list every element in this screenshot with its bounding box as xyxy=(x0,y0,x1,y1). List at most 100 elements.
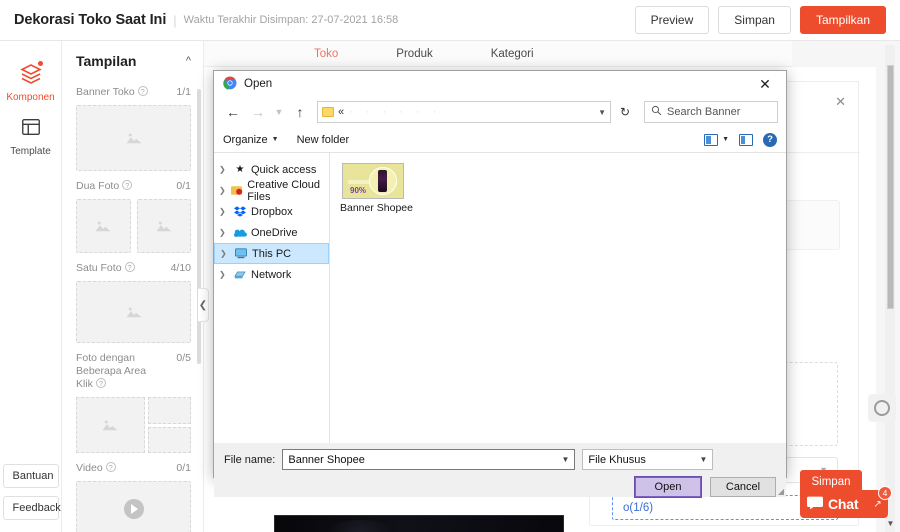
floating-tool-button[interactable] xyxy=(868,394,896,422)
organize-button[interactable]: Organize ▼ xyxy=(223,134,279,146)
chevron-down-icon[interactable]: ▼ xyxy=(561,455,569,464)
refresh-icon[interactable]: ↻ xyxy=(614,101,636,123)
tab-produk[interactable]: Produk xyxy=(396,48,432,60)
placeholder-slot[interactable] xyxy=(147,397,191,424)
dialog-titlebar: Open ✕ xyxy=(214,71,786,97)
expand-icon[interactable]: ↗ xyxy=(868,499,881,510)
layers-icon xyxy=(0,62,62,88)
image-icon xyxy=(156,221,172,232)
group-count: 0/1 xyxy=(176,180,191,192)
placeholder-slot[interactable] xyxy=(136,199,191,253)
header-actions: Preview Simpan Tampilkan xyxy=(634,6,886,34)
arrow-right-icon[interactable]: → xyxy=(247,101,269,123)
preview-pane-icon[interactable] xyxy=(739,133,753,146)
chat-label: Chat xyxy=(828,496,859,512)
rail-label-komponen: Komponen xyxy=(6,92,55,103)
close-icon[interactable]: ✕ xyxy=(835,94,846,110)
help-icon[interactable]: ? xyxy=(763,132,777,147)
chevron-right-icon[interactable]: ❯ xyxy=(219,186,227,195)
chevron-right-icon[interactable]: ❯ xyxy=(219,270,229,279)
tab-toko[interactable]: Toko xyxy=(314,48,338,60)
search-input[interactable]: Search Banner xyxy=(644,101,778,123)
preview-button[interactable]: Preview xyxy=(634,6,710,34)
tree-item-creative-cloud-files[interactable]: ❯ Creative Cloud Files xyxy=(214,178,329,203)
organize-label: Organize xyxy=(223,133,268,146)
publish-button[interactable]: Tampilkan xyxy=(799,6,886,34)
cancel-button[interactable]: Cancel xyxy=(710,477,776,497)
tree-item-quick-access[interactable]: ❯ ★ Quick access xyxy=(214,159,329,180)
thumb-bottle-decor xyxy=(378,170,387,192)
image-icon xyxy=(126,307,141,318)
placeholder-two-photo[interactable] xyxy=(76,199,191,253)
dialog-body: ❯ ★ Quick access ❯ Creative Cloud Files … xyxy=(214,153,786,443)
address-bar[interactable]: « · · · · · · ▼ xyxy=(317,101,611,123)
group-header: Banner Toko? 1/1 xyxy=(76,86,191,99)
chevron-right-icon[interactable]: ❯ xyxy=(219,207,229,216)
canvas-scrollbar-thumb[interactable] xyxy=(887,65,894,309)
view-options-button[interactable]: ▼ xyxy=(704,133,729,146)
rail-item-komponen[interactable]: Komponen xyxy=(0,55,62,109)
panel-scrollbar[interactable] xyxy=(197,89,201,364)
dialog-title: Open xyxy=(244,78,273,90)
chevron-right-icon[interactable]: ❯ xyxy=(219,228,229,237)
help-hint-icon[interactable]: ? xyxy=(124,262,135,272)
caret-down-icon[interactable]: ▼ xyxy=(886,519,895,528)
slot-indicator-label: o(1/6) xyxy=(623,501,654,514)
placeholder-banner[interactable] xyxy=(76,105,191,171)
dialog-navbar: ← → ▼ ↑ « · · · · · · ▼ ↻ Search Banner xyxy=(214,97,786,127)
component-group-dua-foto: Dua Foto? 0/1 xyxy=(62,180,203,253)
chevron-up-icon[interactable]: ^ xyxy=(186,55,191,67)
ring-tool-icon xyxy=(874,400,890,416)
help-hint-icon[interactable]: ? xyxy=(95,378,106,388)
group-header: Dua Foto? 0/1 xyxy=(76,180,191,193)
tab-kategori[interactable]: Kategori xyxy=(491,48,534,60)
placeholder-slot[interactable] xyxy=(76,199,131,253)
tree-item-label: This PC xyxy=(252,247,292,260)
arrow-up-icon[interactable]: ↑ xyxy=(289,101,311,123)
chevron-down-icon[interactable]: ▼ xyxy=(699,455,707,464)
help-button[interactable]: Bantuan xyxy=(2,464,59,488)
address-path-faded: · · · · · · xyxy=(349,106,442,118)
placeholder-multi-hotspot[interactable] xyxy=(76,397,191,453)
file-open-dialog: Open ✕ ← → ▼ ↑ « · · · · · · ▼ ↻ Search … xyxy=(213,70,787,498)
feedback-button[interactable]: Feedback xyxy=(2,496,61,520)
tree-item-onedrive[interactable]: ❯ OneDrive xyxy=(214,222,329,243)
placeholder-slot[interactable] xyxy=(147,426,191,453)
help-hint-icon[interactable]: ? xyxy=(137,86,148,96)
arrow-left-icon[interactable]: ← xyxy=(222,101,244,123)
close-icon[interactable]: ✕ xyxy=(748,71,782,97)
file-thumb-text: 90% xyxy=(350,186,367,195)
banner-preview-image[interactable] xyxy=(274,515,564,532)
placeholder-slot[interactable] xyxy=(76,397,145,453)
new-folder-button[interactable]: New folder xyxy=(297,134,350,146)
tree-item-label: Creative Cloud Files xyxy=(247,178,321,203)
tree-item-network[interactable]: ❯ Network xyxy=(214,264,329,285)
open-button[interactable]: Open xyxy=(634,476,702,498)
chevron-down-icon[interactable]: ▼ xyxy=(598,108,606,117)
tree-item-dropbox[interactable]: ❯ Dropbox xyxy=(214,201,329,222)
file-name-row: File name: Banner Shopee ▼ File Khusus ▼ xyxy=(224,449,776,470)
tree-item-this-pc[interactable]: ❯ This PC xyxy=(214,243,329,264)
chevron-right-icon[interactable]: ❯ xyxy=(220,249,230,258)
file-list[interactable]: 90% Banner Shopee xyxy=(330,153,786,443)
save-button[interactable]: Simpan xyxy=(718,6,791,34)
chevron-down-icon[interactable]: ▼ xyxy=(272,101,286,123)
placeholder-one-photo[interactable] xyxy=(76,281,191,343)
resize-grip[interactable]: ◢ xyxy=(778,487,784,496)
chevron-right-icon[interactable]: ❯ xyxy=(219,165,229,174)
panel-header[interactable]: Tampilan ^ xyxy=(62,41,203,77)
panel-collapse-handle[interactable]: ❮ xyxy=(198,288,209,322)
group-count: 0/5 xyxy=(176,352,191,364)
app-header: Dekorasi Toko Saat Ini | Waktu Terakhir … xyxy=(0,0,900,41)
image-icon xyxy=(102,420,118,431)
file-name-input[interactable]: Banner Shopee ▼ xyxy=(282,449,576,470)
chat-widget[interactable]: Chat ↗ xyxy=(800,490,888,518)
placeholder-video[interactable] xyxy=(76,481,191,532)
group-count: 4/10 xyxy=(170,262,191,274)
help-hint-icon[interactable]: ? xyxy=(122,180,133,190)
file-item-banner-shopee[interactable]: 90% Banner Shopee xyxy=(340,163,413,214)
help-hint-icon[interactable]: ? xyxy=(105,462,116,472)
rail-item-template[interactable]: Template xyxy=(0,109,62,163)
group-header: Satu Foto? 4/10 xyxy=(76,262,191,275)
file-type-select[interactable]: File Khusus ▼ xyxy=(582,449,714,470)
